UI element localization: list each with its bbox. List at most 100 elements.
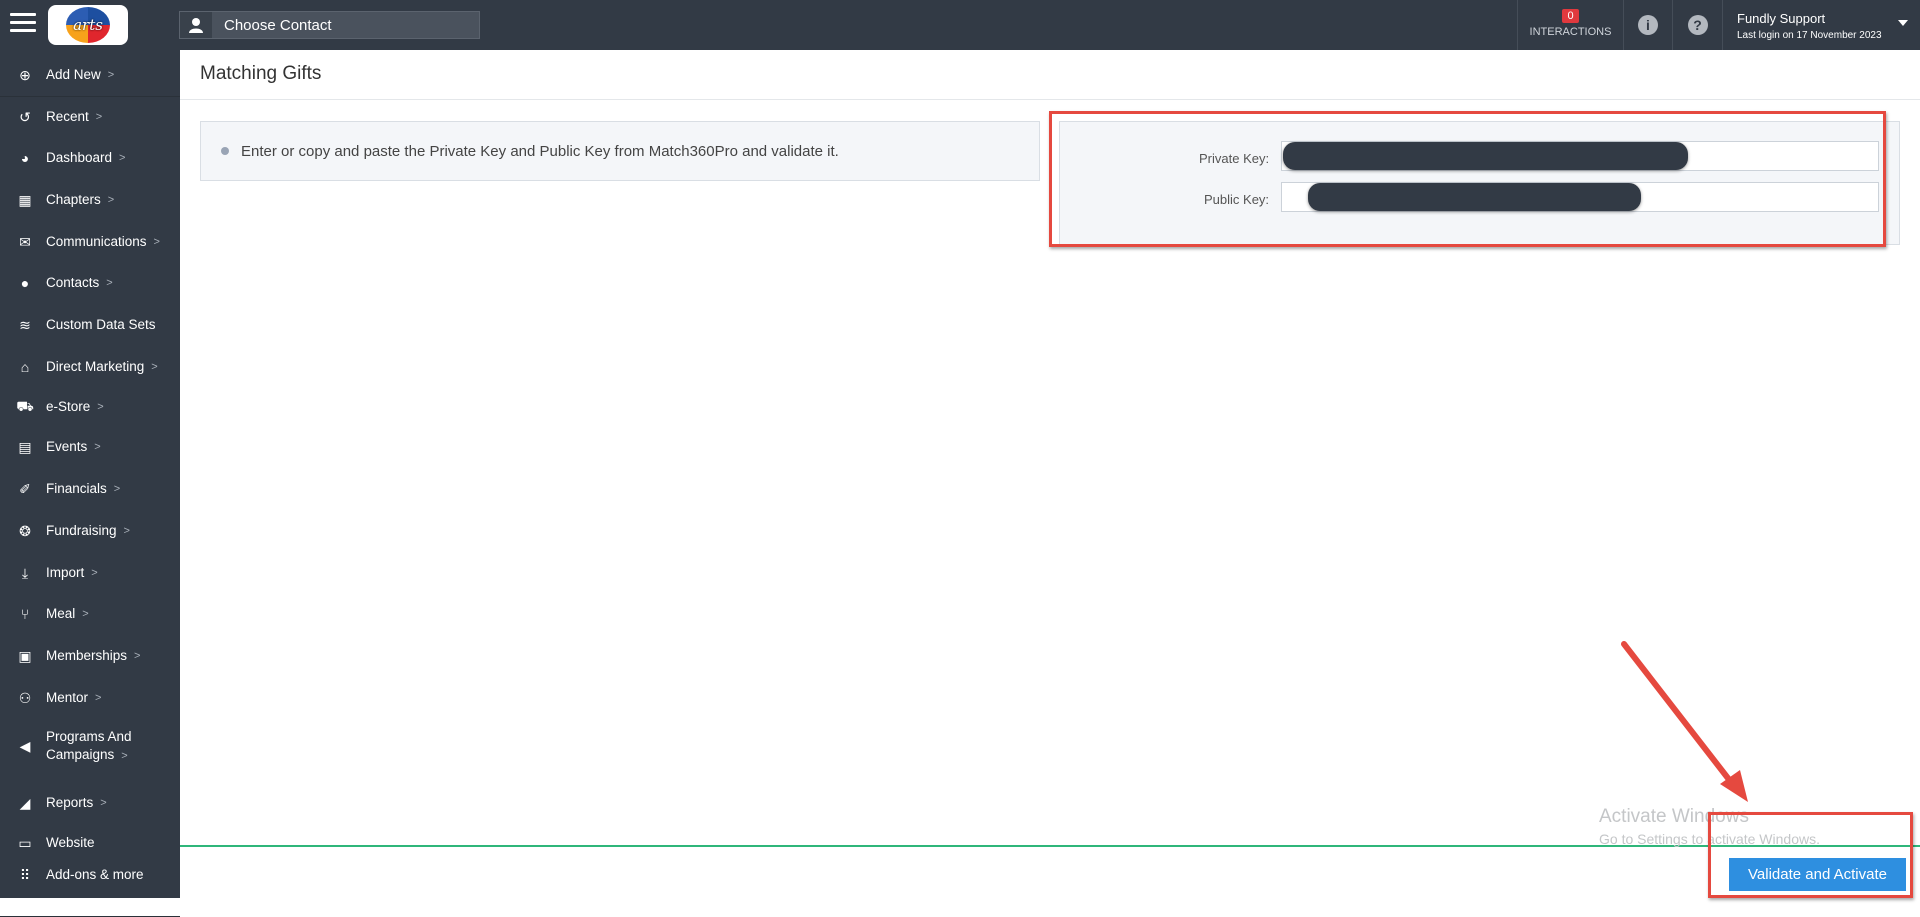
sidebar-item-financials[interactable]: ✐ Financials > [0, 480, 180, 498]
inbox-icon: ⌂ [20, 359, 30, 375]
sidebar-item-label: Programs And Campaigns > [46, 728, 132, 765]
sidebar-nav: ⊕ Add New > ↺ Recent > ◕ Dashboard > ▦ Chapters > ✉ C… [0, 50, 180, 917]
sidebar-item-label: Dashboard [46, 150, 113, 165]
logo-emblem: arts [66, 7, 110, 43]
sidebar-item-label: Chapters [46, 192, 101, 207]
sidebar-item-label: Recent [46, 109, 89, 124]
annotation-frame-keys [1049, 111, 1886, 247]
sidebar-item-direct-marketing[interactable]: ⌂ Direct Marketing > [0, 358, 180, 376]
bullet-dot-icon [221, 147, 229, 155]
chevron-right-icon: > [134, 650, 141, 662]
interactions-count-badge: 0 [1562, 9, 1579, 23]
sidebar-item-label: Reports [46, 795, 94, 810]
money-bag-icon: ❂ [19, 522, 31, 539]
sidebar-item-memberships[interactable]: ▣ Memberships > [0, 647, 180, 665]
annotation-arrow-icon [1621, 641, 1748, 802]
sidebar-item-dashboard[interactable]: ◕ Dashboard > [0, 149, 180, 167]
dashboard-gauge-icon: ◕ [20, 150, 30, 166]
sidebar-item-label-line2: Campaigns > [46, 746, 132, 765]
envelope-icon: ✉ [19, 233, 31, 250]
sidebar-item-add-new[interactable]: ⊕ Add New > [0, 66, 180, 84]
sidebar-item-label-line1: Programs And [46, 729, 132, 744]
choose-contact-selector[interactable]: Choose Contact [179, 11, 480, 39]
people-running-icon: ⚇ [18, 689, 32, 706]
sidebar-item-label: Import [46, 565, 85, 580]
user-name: Fundly Support [1737, 11, 1826, 26]
sidebar-item-contacts[interactable]: ● Contacts > [0, 274, 180, 292]
info-icon: i [1638, 15, 1658, 35]
chevron-right-icon: > [91, 567, 98, 579]
chevron-right-icon: > [97, 401, 104, 413]
help-question-icon: ? [1687, 15, 1708, 35]
chart-area-icon: ◢ [19, 794, 31, 811]
sidebar-item-chapters[interactable]: ▦ Chapters > [0, 191, 180, 209]
fork-knife-icon: ⑂ [20, 606, 30, 622]
chevron-right-icon: > [119, 152, 126, 164]
chevron-right-icon: > [106, 277, 113, 289]
sidebar-item-recent[interactable]: ↺ Recent > [0, 108, 180, 126]
chevron-right-icon: > [153, 236, 160, 248]
sidebar-item-reports[interactable]: ◢ Reports > [0, 794, 180, 812]
grid-squares-icon: ▦ [18, 191, 32, 208]
sidebar-item-e-store[interactable]: ⛟ e-Store > [0, 398, 180, 416]
interactions-button[interactable]: 0 INTERACTIONS [1517, 0, 1623, 50]
sidebar-item-label: Mentor [46, 690, 89, 705]
last-login-text: Last login on 17 November 2023 [1737, 30, 1882, 41]
sidebar-item-label: Add New [46, 67, 101, 82]
chevron-right-icon: > [113, 483, 121, 495]
calendar-icon: ▤ [18, 438, 32, 455]
caret-down-icon [1898, 20, 1908, 26]
plus-circle-icon: ⊕ [19, 66, 31, 83]
instructions-text: Enter or copy and paste the Private Key … [241, 142, 839, 160]
title-divider [180, 99, 1920, 100]
apps-grid-icon: ⠿ [19, 866, 31, 883]
chevron-right-icon: > [94, 441, 101, 453]
sidebar-separator [0, 96, 180, 97]
page-title: Matching Gifts [200, 63, 322, 84]
sidebar-item-label: Events [46, 439, 88, 454]
instructions-panel: Enter or copy and paste the Private Key … [200, 121, 1040, 181]
sidebar-item-programs-and[interactable]: ◀ Programs And Campaigns > [0, 728, 180, 765]
sidebar-item-import[interactable]: ⤓ Import > [0, 564, 180, 582]
chevron-right-icon: > [121, 750, 128, 762]
sidebar-item-label: Memberships [46, 648, 128, 663]
sidebar-item-label: Financials [46, 481, 107, 496]
sidebar-item-label: Fundraising [46, 523, 117, 538]
history-icon: ↺ [19, 108, 31, 125]
top-bar: arts Choose Contact 0 INTERACTIONS i ? F… [0, 0, 1920, 50]
chevron-right-icon: > [107, 194, 115, 206]
sidebar-item-add-ons-more[interactable]: ⠿ Add-ons & more [0, 866, 180, 884]
ticket-icon: ✐ [19, 480, 31, 497]
chevron-right-icon: > [95, 692, 102, 704]
organization-logo[interactable]: arts [48, 5, 128, 45]
sidebar-item-events[interactable]: ▤ Events > [0, 438, 180, 456]
hamburger-menu-icon[interactable] [10, 13, 36, 37]
sidebar-item-label-line2-text: Campaigns [46, 747, 115, 762]
sidebar-item-fundraising[interactable]: ❂ Fundraising > [0, 522, 180, 540]
help-button[interactable]: ? [1672, 0, 1722, 50]
person-icon: ● [20, 275, 30, 291]
person-icon [180, 12, 212, 38]
interactions-label: INTERACTIONS [1529, 26, 1612, 38]
chevron-right-icon: > [95, 111, 103, 123]
megaphone-icon: ◀ [19, 738, 31, 754]
chevron-right-icon: > [151, 361, 158, 373]
sidebar-item-label: Meal [46, 606, 76, 621]
cart-icon: ⛟ [16, 397, 34, 414]
sidebar-item-communications[interactable]: ✉ Communications > [0, 233, 180, 251]
annotation-frame-button [1708, 812, 1913, 898]
monitor-icon: ▭ [18, 834, 32, 851]
choose-contact-label: Choose Contact [224, 16, 332, 34]
user-menu[interactable]: Fundly Support Last login on 17 November… [1722, 0, 1920, 50]
sidebar-item-label: Contacts [46, 275, 100, 290]
sidebar-item-mentor[interactable]: ⚇ Mentor > [0, 689, 180, 707]
download-icon: ⤓ [21, 564, 29, 581]
sidebar-item-custom-data-sets[interactable]: ≋ Custom Data Sets [0, 316, 180, 334]
sidebar-item-website[interactable]: ▭ Website [0, 834, 180, 852]
info-button[interactable]: i [1623, 0, 1672, 50]
sidebar-item-label: Custom Data Sets [46, 317, 156, 332]
sidebar-item-meal[interactable]: ⑂ Meal > [0, 605, 180, 623]
sidebar-item-label: e-Store [46, 399, 91, 414]
sidebar-item-label: Direct Marketing [46, 359, 145, 374]
id-card-icon: ▣ [18, 647, 32, 664]
